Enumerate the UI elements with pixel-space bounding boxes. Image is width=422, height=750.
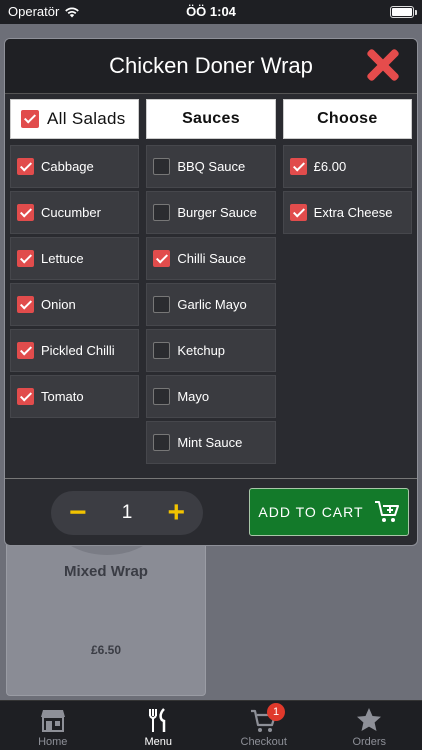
option-label: Garlic Mayo [177, 297, 247, 312]
option-label: Chilli Sauce [177, 251, 246, 266]
option-item[interactable]: Cucumber [10, 191, 140, 234]
option-label: Onion [41, 297, 76, 312]
option-checkbox[interactable] [17, 204, 34, 221]
option-item[interactable]: Mayo [146, 375, 276, 418]
tab-orders-label: Orders [352, 736, 387, 748]
status-time: ÖÖ 1:04 [186, 4, 236, 19]
option-label: £6.00 [313, 159, 347, 174]
menu-card[interactable]: Mixed Wrap £6.50 [6, 465, 206, 696]
option-label: BBQ Sauce [177, 159, 246, 174]
tab-orders[interactable]: Orders [317, 701, 422, 750]
battery-icon [390, 6, 417, 18]
star-icon [357, 708, 382, 731]
option-item[interactable]: Onion [10, 283, 140, 326]
product-options-modal: Chicken Doner Wrap All Salads Cabbage Cuc… [4, 38, 418, 546]
option-checkbox[interactable] [17, 388, 34, 405]
choose-header: Choose [282, 99, 412, 139]
option-item[interactable]: Pickled Chilli [10, 329, 140, 372]
sauces-column: Sauces BBQ Sauce Burger Sauce Chilli Sauce… [146, 99, 276, 473]
all-salads-checkbox[interactable] [21, 110, 39, 128]
increase-quantity-button[interactable]: + [167, 498, 185, 528]
tab-menu[interactable]: Menu [106, 701, 212, 750]
add-to-cart-button[interactable]: ADD TO CART [249, 488, 409, 536]
add-to-cart-label: ADD TO CART [258, 504, 364, 520]
sauces-list: BBQ Sauce Burger Sauce Chilli Sauce Garlic … [146, 145, 276, 464]
menu-card-price: £6.50 [90, 643, 122, 657]
option-label: Extra Cheese [313, 205, 393, 220]
tab-checkout-label: Checkout [240, 736, 287, 748]
option-item[interactable]: BBQ Sauce [146, 145, 276, 188]
tab-home-label: Home [38, 736, 68, 748]
option-label: Tomato [41, 389, 84, 404]
option-checkbox[interactable] [17, 342, 34, 359]
status-bar: Operatör ÖÖ 1:04 [0, 0, 422, 24]
salads-list: Cabbage Cucumber Lettuce Onion Pickled Chill… [10, 145, 140, 418]
checkout-badge: 1 [267, 703, 285, 721]
option-checkbox[interactable] [153, 388, 171, 405]
option-label: Lettuce [41, 251, 84, 266]
modal-footer: − 1 + ADD TO CART [5, 479, 417, 545]
option-label: Cucumber [41, 205, 101, 220]
option-item[interactable]: Ketchup [146, 329, 276, 372]
quantity-stepper: − 1 + [51, 491, 203, 535]
option-checkbox[interactable] [153, 434, 171, 451]
tab-checkout[interactable]: 1 Checkout [211, 701, 317, 750]
menu-card-title: Mixed Wrap [64, 563, 148, 580]
option-checkbox[interactable] [17, 158, 34, 175]
options-columns: All Salads Cabbage Cucumber Lettuce Onion Pi… [5, 93, 417, 479]
tab-home[interactable]: Home [0, 701, 106, 750]
modal-title: Chicken Doner Wrap [109, 53, 313, 78]
modal-header: Chicken Doner Wrap [5, 39, 417, 93]
option-checkbox[interactable] [17, 250, 34, 267]
option-checkbox[interactable] [153, 342, 171, 359]
salads-column: All Salads Cabbage Cucumber Lettuce Onion Pi… [10, 99, 140, 473]
option-checkbox[interactable] [153, 296, 171, 313]
option-item[interactable]: Chilli Sauce [146, 237, 276, 280]
option-item[interactable]: Lettuce [10, 237, 140, 280]
option-checkbox[interactable] [17, 296, 34, 313]
option-checkbox[interactable] [153, 158, 171, 175]
close-icon[interactable] [363, 45, 403, 85]
cutlery-icon [149, 708, 166, 732]
decrease-quantity-button[interactable]: − [69, 498, 87, 528]
option-label: Cabbage [41, 159, 94, 174]
bottom-tab-bar: Home Menu 1 Checkout Orders [0, 700, 422, 750]
quantity-value: 1 [121, 502, 133, 523]
store-icon [40, 710, 65, 732]
option-label: Ketchup [177, 343, 226, 358]
option-checkbox[interactable] [153, 250, 171, 267]
battery-fill [392, 8, 412, 16]
option-label: Pickled Chilli [41, 343, 115, 358]
all-salads-toggle[interactable]: All Salads [10, 99, 140, 139]
option-checkbox[interactable] [153, 204, 171, 221]
option-checkbox[interactable] [289, 158, 307, 175]
option-item[interactable]: Extra Cheese [282, 191, 412, 234]
salads-header-label: All Salads [47, 109, 126, 128]
choose-list: £6.00 Extra Cheese [282, 145, 412, 234]
option-label: Burger Sauce [177, 205, 257, 220]
add-cart-icon [374, 501, 399, 522]
option-label: Mint Sauce [177, 435, 243, 450]
choose-column: Choose £6.00 Extra Cheese [282, 99, 412, 473]
option-label: Mayo [177, 389, 210, 404]
option-item[interactable]: Garlic Mayo [146, 283, 276, 326]
option-item[interactable]: Tomato [10, 375, 140, 418]
option-item[interactable]: £6.00 [282, 145, 412, 188]
tab-menu-label: Menu [144, 736, 173, 748]
sauces-header: Sauces [146, 99, 276, 139]
option-item[interactable]: Burger Sauce [146, 191, 276, 234]
option-checkbox[interactable] [289, 204, 307, 221]
option-item[interactable]: Cabbage [10, 145, 140, 188]
option-item[interactable]: Mint Sauce [146, 421, 276, 464]
